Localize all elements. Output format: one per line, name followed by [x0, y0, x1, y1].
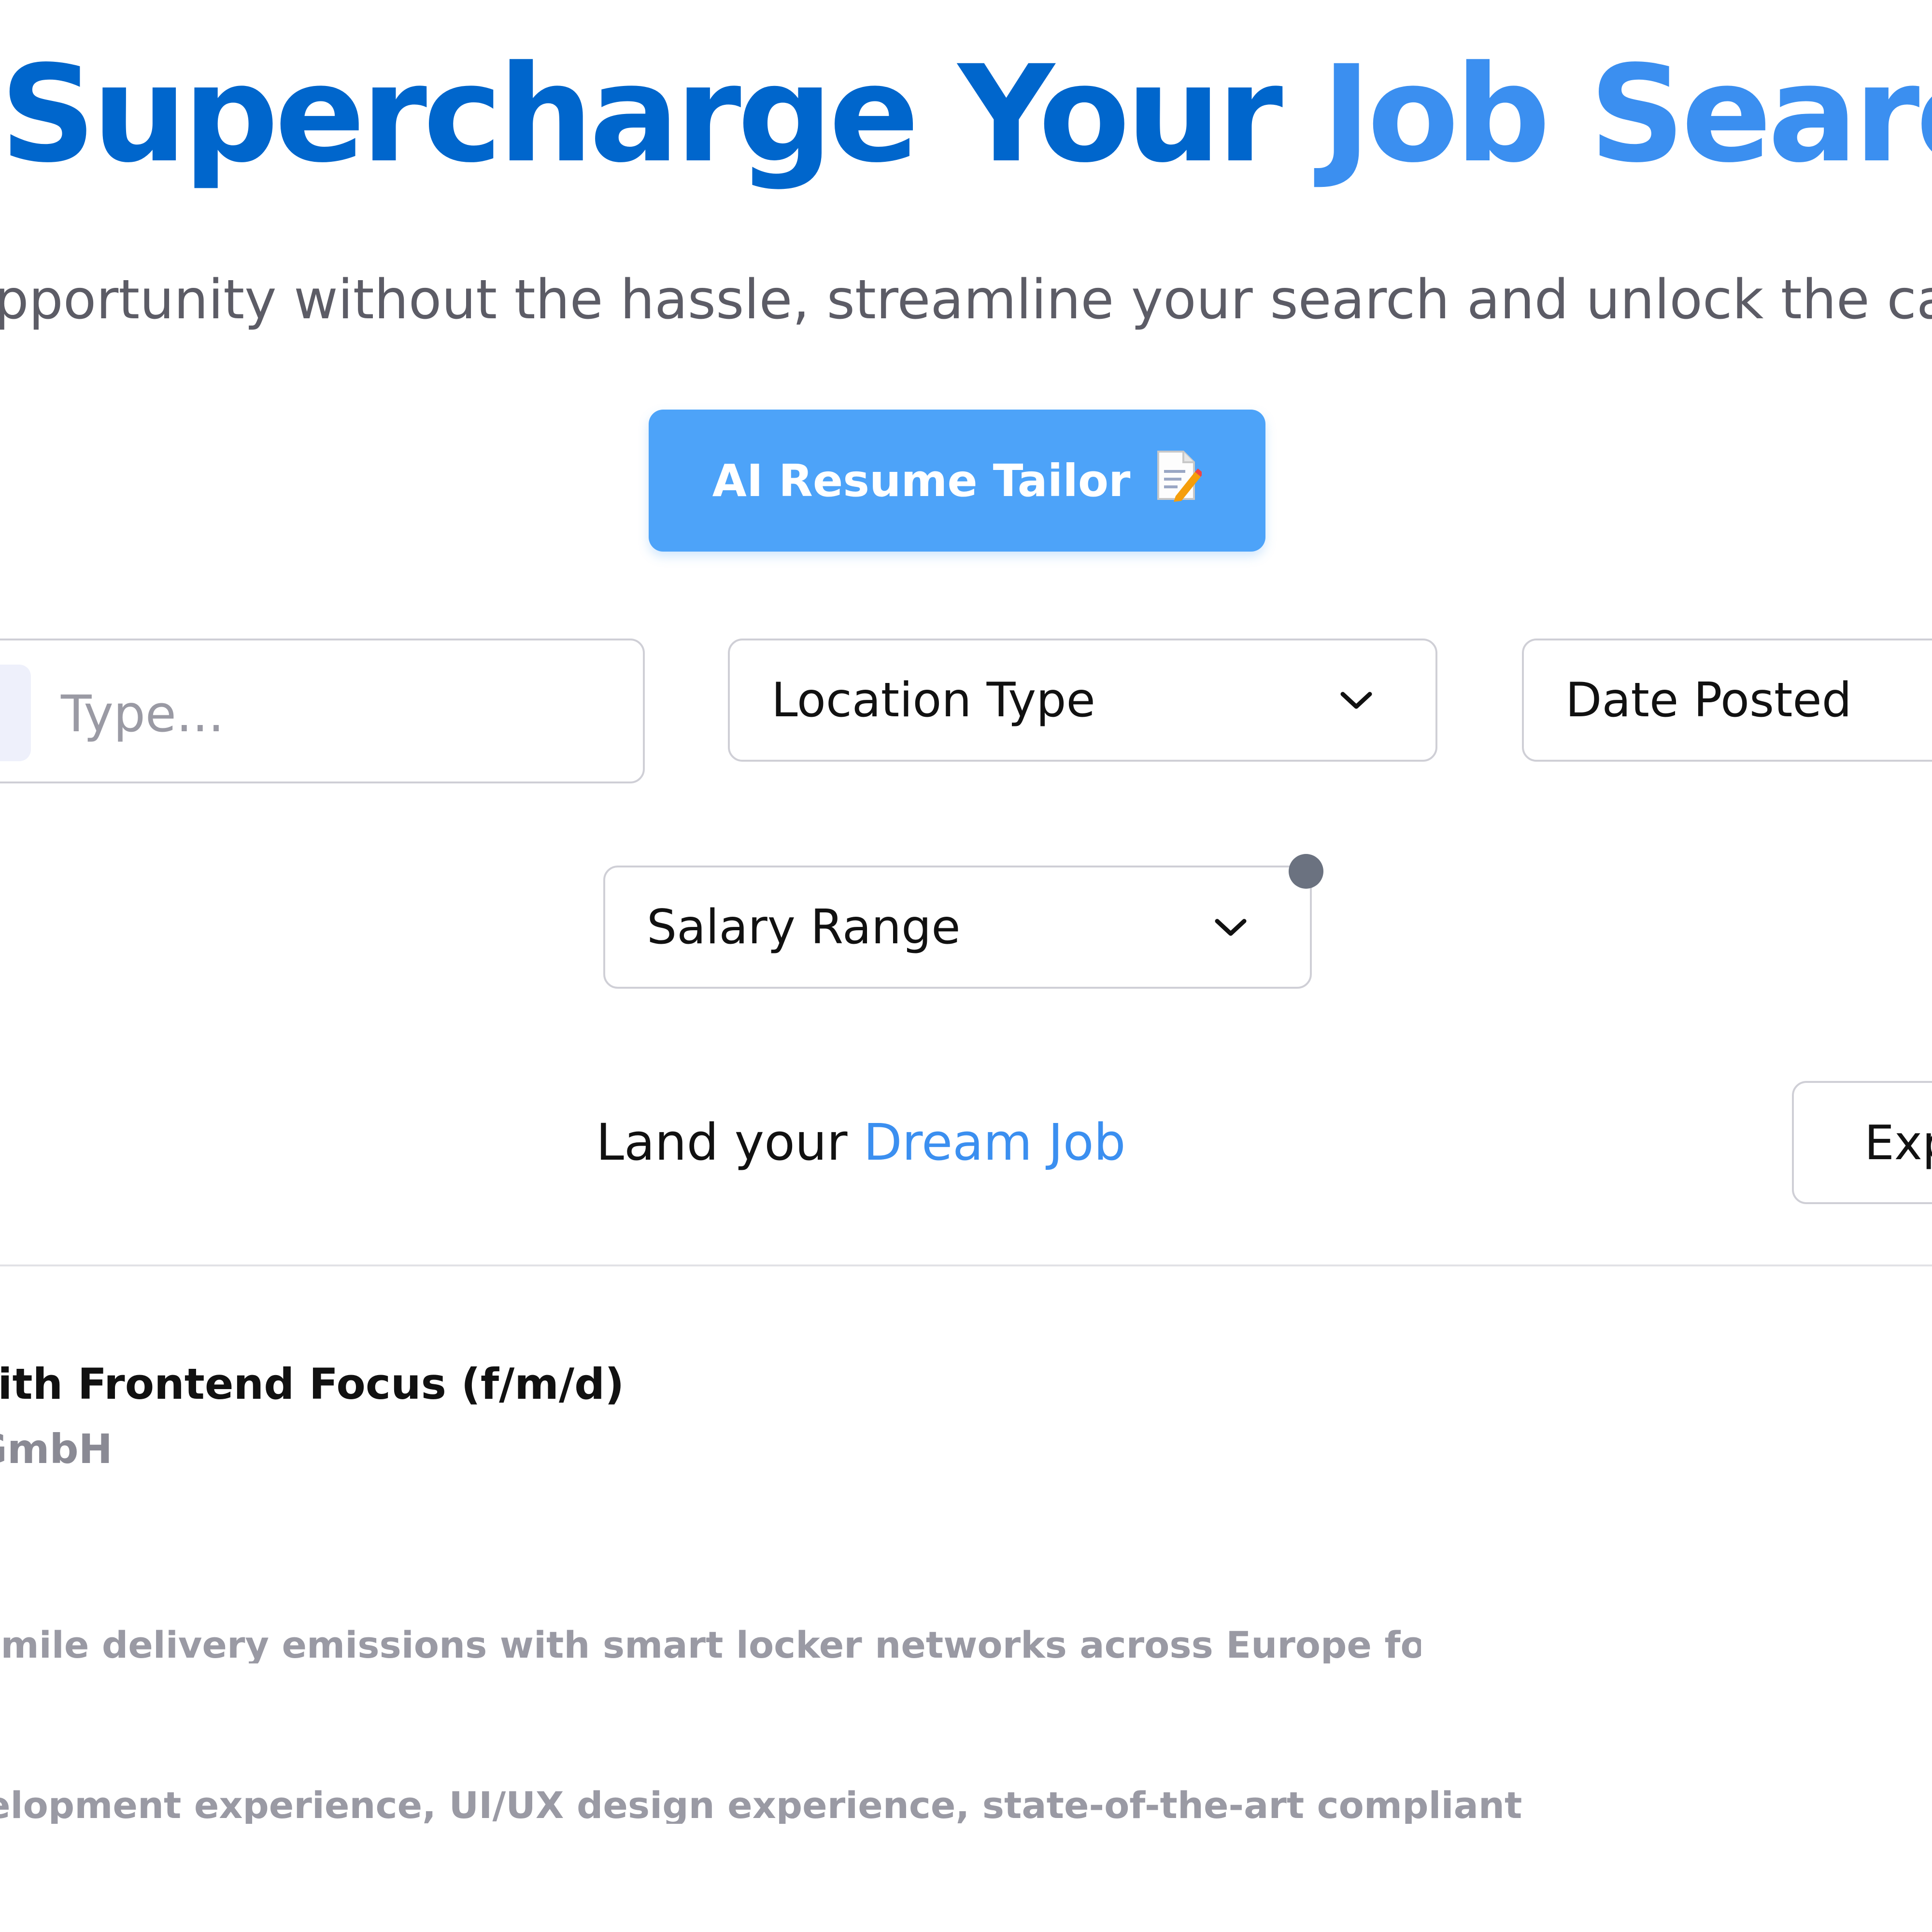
job-description-line: -mile delivery emissions with smart lock… — [0, 1627, 1421, 1663]
job-requirements-line: elopment experience, UI/UX design experi… — [0, 1787, 1521, 1824]
location-type-label: Location Type — [771, 672, 1095, 728]
hero-title-primary: Supercharge Your — [0, 37, 1283, 192]
job-title[interactable]: with Frontend Focus (f/m/d) — [0, 1363, 624, 1406]
salary-range-select[interactable]: Salary Range — [603, 866, 1312, 989]
memo-pencil-icon — [1153, 449, 1204, 512]
cursor-indicator-dot — [1289, 854, 1323, 889]
search-placeholder: Type... — [61, 684, 225, 743]
search-input[interactable]: Type... — [0, 639, 645, 783]
experience-filter-button[interactable]: Exp — [1792, 1081, 1932, 1204]
page: Supercharge Your Job Search opportunity … — [0, 0, 1932, 1932]
land-accent: Dream Job — [863, 1113, 1126, 1172]
land-dream-job-heading: Land your Dream Job — [596, 1117, 1126, 1167]
ai-resume-tailor-label: AI Resume Tailor — [712, 455, 1131, 507]
date-posted-select[interactable]: Date Posted — [1522, 639, 1932, 762]
land-prefix: Land your — [596, 1113, 848, 1172]
chevron-down-icon — [1340, 691, 1373, 712]
ai-resume-tailor-button[interactable]: AI Resume Tailor — [649, 410, 1265, 552]
experience-filter-label: Exp — [1864, 1116, 1932, 1171]
chevron-down-icon — [1214, 918, 1247, 939]
hero-title-accent: Job Search — [1321, 37, 1932, 192]
location-type-select[interactable]: Location Type — [728, 639, 1437, 762]
section-divider — [0, 1264, 1932, 1266]
job-company: GmbH — [0, 1425, 113, 1473]
hero-title: Supercharge Your Job Search — [0, 48, 1932, 182]
salary-range-label: Salary Range — [647, 899, 961, 955]
hero-subtitle: opportunity without the hassle, streamli… — [0, 269, 1932, 331]
search-prefix-tag — [0, 665, 31, 761]
date-posted-label: Date Posted — [1565, 672, 1852, 728]
